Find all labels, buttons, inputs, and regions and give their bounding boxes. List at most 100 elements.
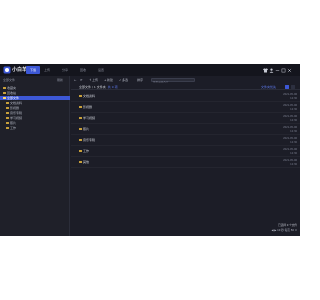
search-input[interactable] (152, 80, 194, 83)
sidebar-item-tv[interactable]: 影视剧 (0, 106, 70, 110)
sidebar-item-label: 音乐专辑 (10, 111, 23, 115)
file-name: 工作 (83, 149, 90, 153)
folder-icon (6, 106, 9, 109)
file-date: 2021-05-06 (283, 159, 297, 162)
select-button[interactable]: ✓多选 (119, 78, 128, 82)
app-title: 小白羊 (12, 67, 28, 73)
sidebar-item-label: 照片 (10, 121, 17, 125)
item-count: 共 9 项 (107, 85, 118, 89)
file-date: 2021-05-06 (283, 126, 297, 129)
folder-icon (79, 150, 82, 152)
file-time: 12:30 (290, 108, 297, 111)
folder-icon (6, 121, 9, 124)
folder-icon (79, 161, 82, 163)
file-date: 2021-05-06 (283, 148, 297, 151)
file-browser: ← ⟳ ↑上传 +新建 ✓多选 排序 全部文件 / 1 文件夹共 9 项 文件夹… (71, 76, 300, 236)
folder-icon (6, 126, 9, 129)
file-name: 照片 (83, 127, 90, 131)
file-name: 影视剧 (83, 105, 93, 109)
window-controls (262, 66, 292, 74)
new-button[interactable]: +新建 (104, 78, 113, 82)
file-date: 2021-05-06 (283, 115, 297, 118)
file-date: 2021-05-06 (283, 137, 297, 140)
file-time: 12:30 (290, 97, 297, 100)
status-bar: 已选择 0 个文件 ◀ ▶ 10 秒 每页 50 ⟳ (71, 224, 300, 236)
status-info: 已选择 0 个文件 (278, 224, 297, 227)
refresh-button[interactable]: ⟳ (80, 78, 83, 82)
sidebar-item-music[interactable]: 音乐专辑 (0, 111, 70, 115)
sort-button[interactable]: 排序 (137, 78, 143, 82)
app-logo-icon (3, 66, 11, 74)
close-icon[interactable] (286, 66, 292, 74)
tab-share[interactable]: 分享 (58, 66, 72, 74)
grid-view-icon[interactable] (291, 85, 295, 89)
sidebar-item-all-files[interactable]: 全部文件 (0, 96, 70, 100)
file-name: 音乐专辑 (83, 138, 96, 142)
file-name: 学习视频 (83, 116, 96, 120)
file-date: 2021-05-06 (283, 104, 297, 107)
file-time: 12:30 (290, 152, 297, 155)
sort-mode-label[interactable]: 文件夹优先 (261, 85, 276, 89)
sidebar-item-label: 文档资料 (10, 101, 23, 105)
breadcrumb[interactable]: 全部文件 / 1 文件夹共 9 项 (79, 85, 118, 89)
search-box[interactable] (151, 78, 195, 83)
select-label: 多选 (122, 78, 129, 82)
new-label: 新建 (107, 78, 114, 82)
folder-icon (3, 91, 6, 94)
status-controls[interactable]: ◀ ▶ 10 秒 每页 50 ⟳ (272, 229, 298, 232)
title-bar: 小白羊 下载 上传 分享 回收 设置 (0, 64, 300, 76)
folder-icon (6, 101, 9, 104)
sidebar-refresh-button[interactable]: 刷新 (57, 78, 63, 82)
file-date: 2021-05-06 (283, 93, 297, 96)
sidebar-item-photos[interactable]: 照片 (0, 121, 70, 125)
sort-label: 排序 (137, 78, 144, 82)
file-time: 12:30 (290, 130, 297, 133)
tab-upload[interactable]: 上传 (40, 66, 54, 74)
file-row[interactable]: 文档资料 2021-05-06 12:30 (71, 92, 300, 102)
sidebar-item-label: 回收站 (7, 91, 17, 95)
sidebar-item-label: 学习视频 (10, 116, 23, 120)
file-row[interactable]: 音乐专辑 2021-05-06 12:30 (71, 136, 300, 146)
sidebar: 全部文件 刷新 收藏夹 回收站 全部文件 文档资料 影视剧 音乐专辑 学习视频 … (0, 76, 70, 236)
tab-download[interactable]: 下载 (26, 66, 41, 74)
upload-button[interactable]: ↑上传 (89, 78, 98, 82)
file-row[interactable]: 照片 2021-05-06 12:30 (71, 125, 300, 135)
sidebar-item-label: 影视剧 (10, 106, 20, 110)
file-row[interactable]: 工作 2021-05-06 12:30 (71, 147, 300, 157)
breadcrumb-bar: 全部文件 / 1 文件夹共 9 项 文件夹优先 (71, 84, 300, 90)
upload-label: 上传 (92, 78, 99, 82)
sidebar-item-label: 工作 (10, 126, 17, 130)
sidebar-item-docs[interactable]: 文档资料 (0, 101, 70, 105)
file-time: 12:30 (290, 141, 297, 144)
file-row[interactable]: 影视剧 2021-05-06 12:30 (71, 103, 300, 113)
tab-trash[interactable]: 回收 (76, 66, 90, 74)
back-button[interactable]: ← (74, 78, 77, 82)
sidebar-header: 全部文件 刷新 (0, 77, 70, 83)
sidebar-item-work[interactable]: 工作 (0, 126, 70, 130)
folder-icon (79, 128, 82, 130)
sidebar-item-recycle[interactable]: 回收站 (0, 91, 70, 95)
file-name: 其他 (83, 160, 90, 164)
file-time: 12:30 (290, 119, 297, 122)
file-row[interactable]: 其他 2021-05-06 12:30 (71, 158, 300, 168)
app-window: 小白羊 下载 上传 分享 回收 设置 全部文件 刷新 收藏夹 回收站 全部文件 … (0, 64, 300, 236)
file-name: 文档资料 (83, 94, 96, 98)
breadcrumb-path: 全部文件 / 1 文件夹 (79, 85, 106, 89)
folder-icon (79, 139, 82, 141)
sidebar-item-label: 收藏夹 (7, 86, 17, 90)
sidebar-item-favorites[interactable]: 收藏夹 (0, 86, 70, 90)
toolbar: ← ⟳ ↑上传 +新建 ✓多选 排序 (71, 77, 300, 83)
sidebar-item-videos[interactable]: 学习视频 (0, 116, 70, 120)
file-time: 12:30 (290, 163, 297, 166)
folder-icon (6, 116, 9, 119)
folder-icon (79, 106, 82, 108)
folder-icon (3, 96, 6, 99)
folder-icon (3, 86, 6, 89)
list-view-icon[interactable] (285, 85, 289, 89)
file-row[interactable]: 学习视频 2021-05-06 12:30 (71, 114, 300, 124)
sidebar-item-label: 全部文件 (7, 96, 20, 100)
tab-settings[interactable]: 设置 (94, 66, 108, 74)
folder-icon (79, 117, 82, 119)
folder-icon (6, 111, 9, 114)
folder-icon (79, 95, 82, 97)
